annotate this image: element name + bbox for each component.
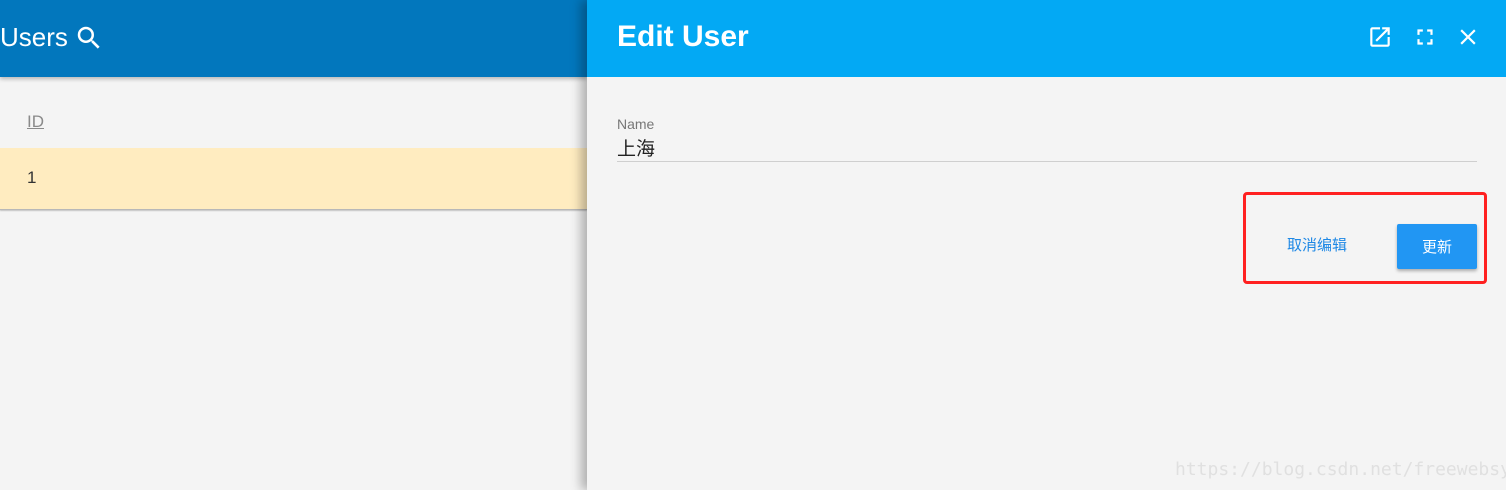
column-header-id[interactable]: ID (27, 112, 44, 132)
users-table: ID 1 (0, 94, 587, 210)
users-title: Users (0, 22, 68, 52)
app-window: Users ID 1 Edit User Name 上海 取消编辑 更新 htt… (0, 0, 1506, 490)
watermark: https://blog.csdn.net/freewebsys (1175, 459, 1506, 480)
close-icon[interactable] (1455, 24, 1481, 50)
table-row[interactable]: 1 (0, 148, 587, 210)
open-in-new-icon[interactable] (1367, 24, 1393, 50)
users-header: Users (0, 0, 587, 77)
edit-header: Edit User (587, 0, 1506, 77)
update-button[interactable]: 更新 (1397, 224, 1477, 269)
edit-title: Edit User (617, 20, 749, 53)
edit-user-panel: Edit User Name 取消编辑 更新 (587, 0, 1506, 490)
cell-id: 1 (27, 168, 37, 187)
users-list-panel: Users ID 1 (0, 0, 587, 490)
name-field-label: Name (617, 116, 655, 132)
search-icon[interactable] (74, 23, 104, 53)
table-header: ID (0, 94, 587, 148)
name-input[interactable] (617, 133, 1477, 162)
name-field: Name (617, 115, 1477, 162)
cancel-edit-button[interactable]: 取消编辑 (1287, 230, 1347, 260)
fullscreen-icon[interactable] (1412, 24, 1438, 50)
